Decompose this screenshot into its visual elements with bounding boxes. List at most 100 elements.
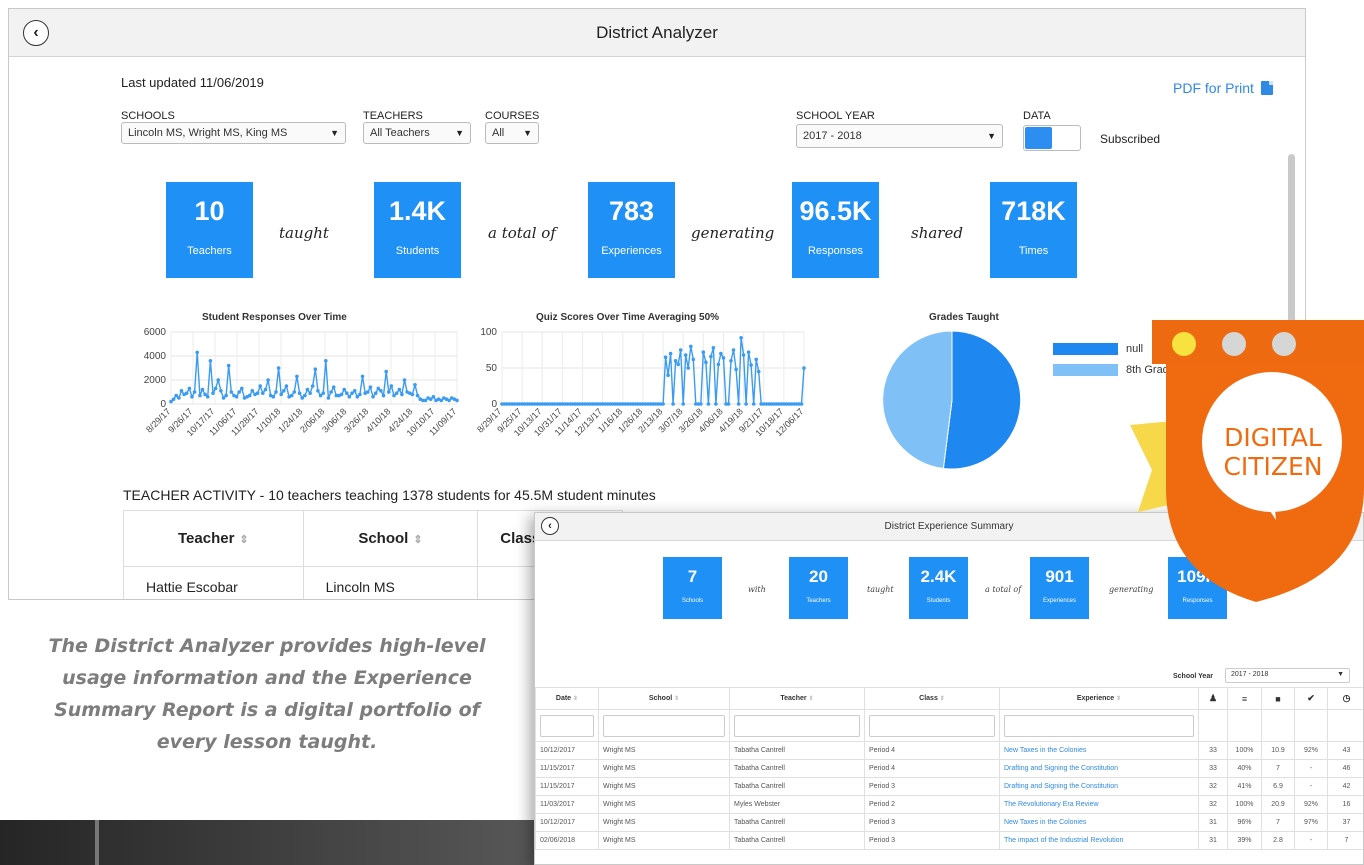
cell-responses: 7 bbox=[1261, 813, 1295, 832]
data-point bbox=[714, 402, 718, 406]
cell-minutes: 7 bbox=[1327, 831, 1363, 850]
data-point bbox=[263, 387, 268, 392]
column-header-school[interactable]: School ⇕ bbox=[598, 687, 730, 710]
cell-correct: - bbox=[1294, 759, 1328, 778]
stat-times[interactable]: 718K Times bbox=[990, 182, 1077, 278]
column-label: School bbox=[358, 530, 409, 547]
cell-students: 31 bbox=[1198, 813, 1228, 832]
courses-select[interactable]: All ▼ bbox=[485, 122, 539, 144]
school-filter-input[interactable] bbox=[603, 714, 725, 737]
column-header-class[interactable]: Class ⇕ bbox=[864, 687, 1000, 710]
table-row[interactable]: 10/12/2017 Wright MS Tabatha Cantrell Perio… bbox=[535, 741, 1363, 760]
stat-value: 96.5K bbox=[799, 196, 872, 226]
stat-label: Students bbox=[395, 245, 440, 257]
caret-down-icon: ▼ bbox=[330, 128, 339, 138]
column-header-teacher[interactable]: Teacher ⇕ bbox=[729, 687, 865, 710]
table-row[interactable]: 02/06/2018 Wright MS Tabatha Cantrell Perio… bbox=[535, 831, 1363, 850]
column-header-date[interactable]: Date ⇕ bbox=[535, 687, 599, 710]
stat-label: Students bbox=[926, 598, 951, 604]
data-point bbox=[751, 402, 756, 406]
stat-value: 783 bbox=[608, 196, 655, 226]
y-tick-label: 2000 bbox=[144, 375, 167, 386]
legend-swatch-null bbox=[1053, 343, 1118, 355]
data-point bbox=[360, 374, 365, 379]
data-point bbox=[261, 391, 265, 395]
stat-teachers[interactable]: 20 Teachers bbox=[789, 557, 848, 619]
stat-label: Experiences bbox=[601, 245, 662, 257]
column-header-teacher[interactable]: Teacher ⇕ bbox=[123, 510, 304, 567]
stat-schools[interactable]: 7 Schools bbox=[663, 557, 722, 619]
stat-students[interactable]: 1.4K Students bbox=[374, 182, 461, 278]
data-point bbox=[741, 353, 746, 357]
data-toggle[interactable] bbox=[1023, 125, 1081, 151]
cell-students: 33 bbox=[1198, 759, 1228, 778]
column-header-responses[interactable]: ■ bbox=[1261, 687, 1295, 710]
cell-participation: 100% bbox=[1227, 741, 1262, 760]
pdf-file-icon bbox=[1260, 81, 1273, 95]
table-row[interactable]: 10/12/2017 Wright MS Tabatha Cantrell Perio… bbox=[535, 813, 1363, 832]
column-header-correct[interactable]: ✔ bbox=[1294, 687, 1328, 710]
cell-date: 11/15/2017 bbox=[535, 759, 599, 778]
cell-school: Lincoln MS bbox=[302, 566, 479, 599]
experience-link[interactable]: New Taxes in the Colonies bbox=[1004, 819, 1086, 826]
column-header-participation[interactable]: ≡ bbox=[1227, 687, 1262, 710]
caret-down-icon: ▼ bbox=[1337, 671, 1344, 678]
table-header-row: Date ⇕ School ⇕ Teacher ⇕ Class ⇕ Experi… bbox=[535, 687, 1363, 710]
experience-link[interactable]: New Taxes in the Colonies bbox=[1004, 747, 1086, 754]
schools-select[interactable]: Lincoln MS, Wright MS, King MS ▼ bbox=[121, 122, 346, 144]
sort-icon: ⇕ bbox=[674, 696, 680, 702]
date-filter-input[interactable] bbox=[540, 714, 594, 737]
column-header-experience[interactable]: Experience ⇕ bbox=[999, 687, 1199, 710]
column-header-students[interactable]: ♟ bbox=[1198, 687, 1228, 710]
teachers-select[interactable]: All Teachers ▼ bbox=[363, 122, 471, 144]
school-year-select[interactable]: 2017 - 2018 ▼ bbox=[796, 124, 1003, 148]
column-header-school[interactable]: School ⇕ bbox=[302, 510, 479, 567]
experience-link[interactable]: The impact of the Industrial Revolution bbox=[1004, 837, 1123, 844]
experience-filter-input[interactable] bbox=[1004, 714, 1194, 737]
data-point bbox=[676, 362, 680, 367]
stat-students[interactable]: 2.4K Students bbox=[909, 557, 968, 619]
stat-teachers[interactable]: 10 Teachers bbox=[166, 182, 253, 278]
experience-link[interactable]: Drafting and Signing the Constitution bbox=[1004, 765, 1118, 772]
data-point bbox=[673, 359, 678, 363]
teacher-filter-input[interactable] bbox=[734, 714, 860, 737]
data-point bbox=[303, 393, 307, 398]
column-header-minutes[interactable]: ◷ bbox=[1327, 687, 1363, 710]
pie-slice bbox=[942, 330, 1022, 470]
table-row[interactable]: 11/15/2017 Wright MS Tabatha Cantrell Perio… bbox=[535, 759, 1363, 778]
cell-students: 31 bbox=[1198, 831, 1228, 850]
badge-title: DIGITAL CITIZEN bbox=[1205, 423, 1341, 481]
school-year-select[interactable]: 2017 - 2018 ▼ bbox=[1225, 668, 1350, 683]
data-point bbox=[671, 402, 675, 406]
experience-link[interactable]: Drafting and Signing the Constitution bbox=[1004, 783, 1118, 790]
cell-responses: 7 bbox=[1261, 759, 1295, 778]
pdf-print-link[interactable]: PDF for Print bbox=[1173, 80, 1273, 96]
data-point bbox=[195, 350, 199, 355]
data-point bbox=[731, 348, 736, 352]
stat-experiences[interactable]: 783 Experiences bbox=[588, 182, 675, 278]
stat-responses[interactable]: 96.5K Responses bbox=[792, 182, 879, 278]
cell-minutes: 37 bbox=[1327, 813, 1363, 832]
stat-label: Times bbox=[1018, 245, 1049, 257]
data-point bbox=[729, 359, 733, 363]
stat-value: 1.4K bbox=[388, 196, 447, 226]
data-point bbox=[394, 391, 399, 395]
data-point bbox=[258, 384, 262, 388]
experience-link[interactable]: The Revolutionary Era Review bbox=[1004, 801, 1099, 808]
cell-participation: 41% bbox=[1227, 777, 1262, 796]
stat-experiences[interactable]: 901 Experiences bbox=[1030, 557, 1089, 619]
stat-value: 718K bbox=[1001, 196, 1066, 226]
data-point bbox=[250, 389, 255, 393]
table-row[interactable]: 11/15/2017 Wright MS Tabatha Cantrell Perio… bbox=[535, 777, 1363, 796]
data-point bbox=[219, 389, 223, 393]
data-point bbox=[384, 369, 389, 374]
class-filter-input[interactable] bbox=[869, 714, 995, 737]
cell-participation: 39% bbox=[1227, 831, 1262, 850]
connector-text: taught bbox=[279, 224, 329, 242]
data-point bbox=[413, 383, 417, 387]
data-point bbox=[709, 354, 713, 359]
table-row[interactable]: 11/03/2017 Wright MS Myles Webster Period 2… bbox=[535, 795, 1363, 814]
data-point bbox=[397, 387, 402, 392]
data-point bbox=[381, 393, 386, 398]
cell-teacher: Tabatha Cantrell bbox=[729, 741, 865, 760]
